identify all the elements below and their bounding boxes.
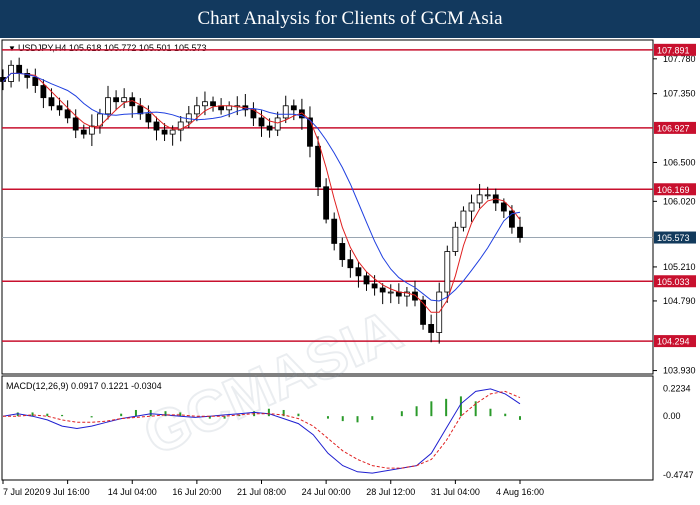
current-price-label: 105.573	[657, 233, 690, 243]
macd-y-tick-label: -0.4747	[663, 470, 694, 480]
sr-price-label: 104.294	[657, 337, 690, 347]
candle-body	[460, 210, 467, 228]
candle-body	[355, 267, 362, 277]
candle-body	[113, 97, 119, 103]
candle-body	[185, 113, 192, 123]
candle-body	[484, 194, 491, 197]
candle-body	[363, 275, 370, 285]
x-tick-label: 7 Jul 2020	[3, 487, 45, 497]
candles	[0, 57, 523, 344]
price-chart[interactable]: ▼ USDJPY,H4 105.618 105.772 105.501 105.…	[0, 38, 700, 500]
candle-body	[169, 129, 176, 135]
y-tick-label: 106.500	[663, 157, 696, 167]
gcm-asia-watermark: GCMASIA	[133, 296, 412, 469]
candle-body	[468, 202, 475, 212]
candle-body	[339, 243, 346, 261]
y-tick-label: 107.350	[663, 89, 696, 99]
y-tick-label: 106.020	[663, 196, 696, 206]
candle-body	[517, 226, 523, 238]
macd-y-tick-label: 0.2234	[663, 384, 691, 394]
candle-body	[48, 97, 55, 107]
x-tick-label: 16 Jul 20:00	[172, 487, 221, 497]
x-tick-label: 21 Jul 08:00	[237, 487, 286, 497]
candle-body	[64, 109, 71, 119]
candle-body	[323, 186, 330, 220]
sr-price-label: 106.169	[657, 185, 690, 195]
candle-body	[274, 117, 281, 131]
candle-body	[16, 64, 23, 74]
chart-area[interactable]: ▼ USDJPY,H4 105.618 105.772 105.501 105.…	[0, 38, 700, 500]
candle-body	[387, 291, 394, 294]
moving-average-red	[2, 72, 521, 313]
x-tick-label: 9 Jul 16:00	[46, 487, 90, 497]
candle-body	[258, 117, 265, 127]
candle-body	[266, 125, 273, 131]
y-tick-label: 104.790	[663, 296, 696, 306]
x-tick-label: 31 Jul 04:00	[431, 487, 480, 497]
candle-body	[80, 129, 87, 135]
y-tick-label: 103.930	[663, 366, 696, 376]
candle-body	[379, 287, 386, 293]
sr-price-label: 106.927	[657, 123, 690, 133]
chart-title: Chart Analysis for Clients of GCM Asia	[0, 0, 700, 38]
candle-body	[161, 129, 168, 135]
x-tick-label: 4 Aug 16:00	[496, 487, 544, 497]
candle-body	[412, 291, 418, 301]
candle-body	[210, 101, 216, 107]
symbol-dropdown-icon[interactable]: ▼	[8, 44, 16, 53]
candle-body	[137, 105, 144, 115]
candle-body	[428, 324, 435, 333]
macd-info: MACD(12,26,9) 0.0917 0.1221 -0.0304	[6, 381, 162, 391]
candle-body	[121, 97, 128, 103]
moving-average-blue	[2, 72, 521, 302]
candle-body	[193, 105, 200, 115]
candle-body	[145, 113, 152, 123]
symbol-info: USDJPY,H4 105.618 105.772 105.501 105.57…	[18, 43, 207, 53]
candle-body	[202, 101, 208, 107]
y-tick-label: 105.210	[663, 262, 696, 272]
candle-body	[444, 251, 451, 293]
candle-body	[331, 218, 338, 244]
candle-body	[282, 105, 289, 119]
candle-body	[72, 117, 79, 131]
candle-body	[500, 202, 507, 212]
x-tick-label: 24 Jul 00:00	[302, 487, 351, 497]
x-tick-label: 14 Jul 04:00	[108, 487, 157, 497]
x-tick-label: 28 Jul 12:00	[366, 487, 415, 497]
svg-text:GCMASIA: GCMASIA	[134, 297, 411, 468]
sr-price-label: 107.891	[657, 45, 690, 55]
candle-body	[105, 97, 111, 115]
candle-body	[153, 121, 160, 131]
sr-price-label: 105.033	[657, 277, 690, 287]
candle-body	[371, 283, 378, 289]
candle-body	[315, 145, 321, 188]
candle-body	[32, 77, 39, 86]
candle-body	[347, 259, 354, 269]
macd-y-tick-label: 0.00	[663, 411, 681, 421]
candle-body	[290, 105, 297, 111]
candle-body	[40, 85, 47, 99]
candle-body	[476, 194, 483, 204]
candle-body	[452, 226, 459, 252]
candle-body	[56, 105, 63, 111]
